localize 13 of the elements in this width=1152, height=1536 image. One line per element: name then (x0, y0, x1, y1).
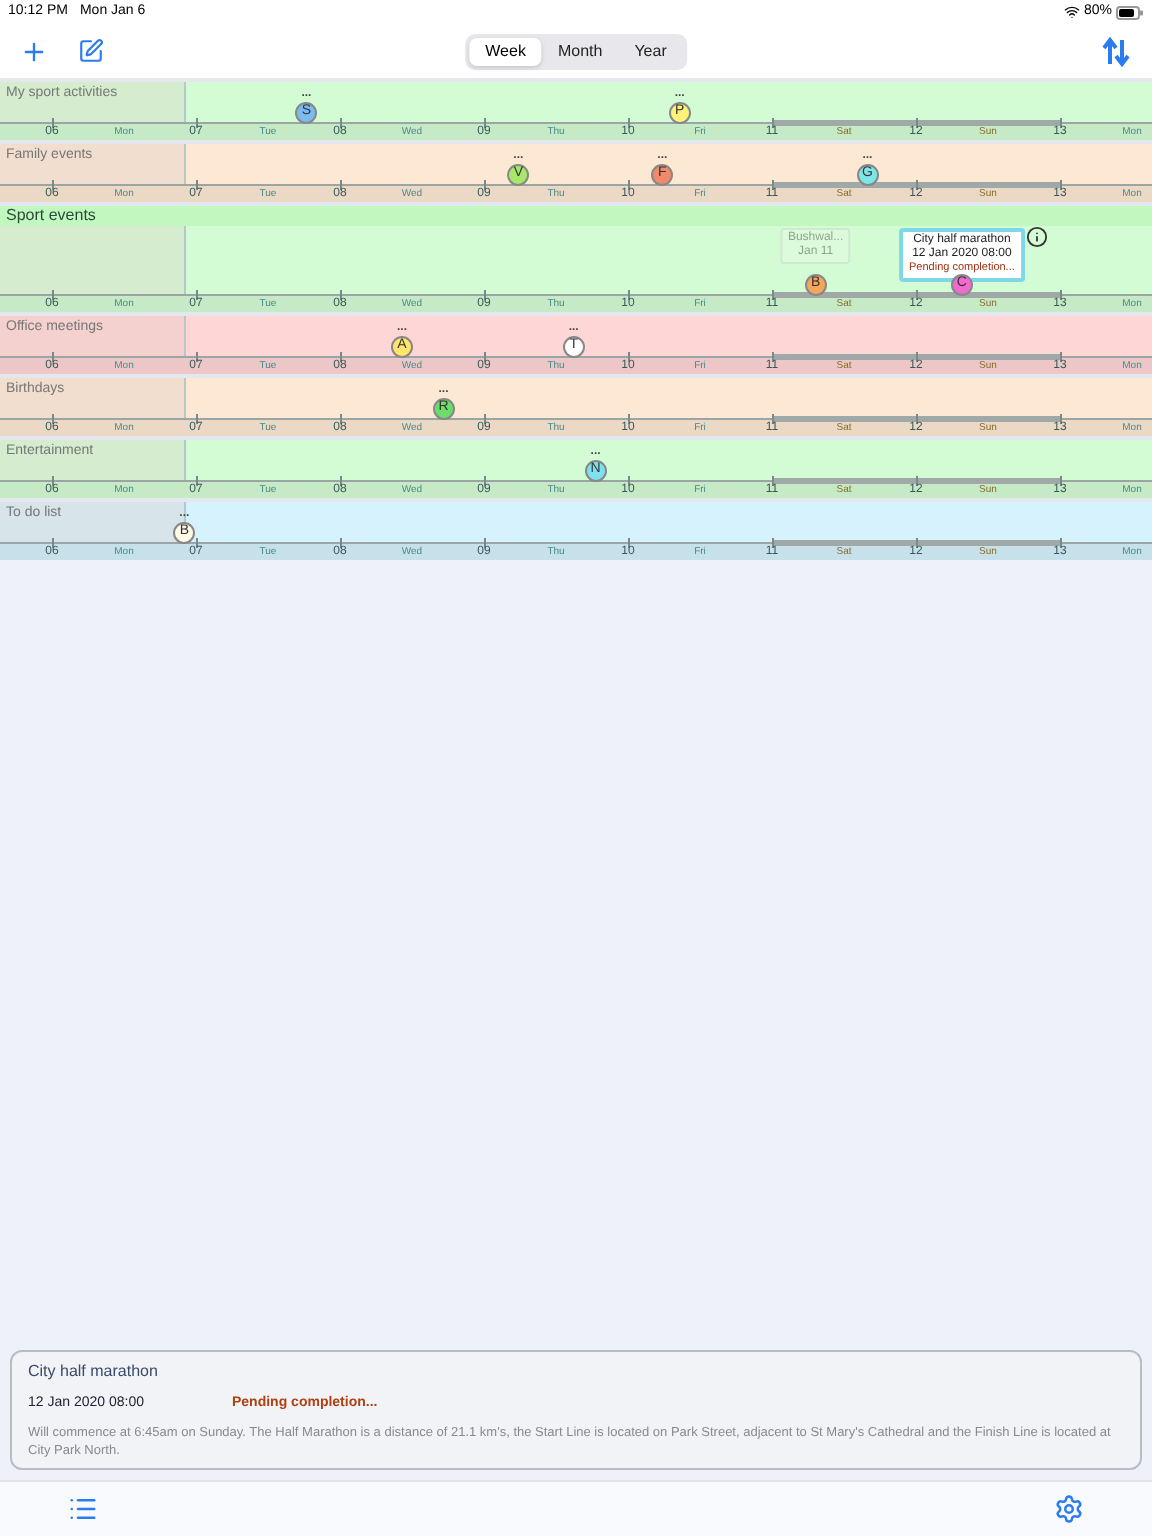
settings-button[interactable] (1054, 1494, 1084, 1524)
add-button[interactable] (20, 37, 48, 65)
wifi-icon (1063, 4, 1080, 20)
list-button[interactable] (68, 1494, 98, 1524)
segment[interactable]: Week (469, 37, 542, 65)
edit-button[interactable] (78, 38, 104, 64)
battery-icon (1116, 5, 1144, 19)
info-icon[interactable] (1025, 226, 1048, 248)
segment[interactable]: Year (618, 37, 683, 65)
group-header[interactable]: Sport events (0, 206, 1152, 226)
details-title: City half marathon (28, 1359, 160, 1383)
segment[interactable]: Month (541, 37, 619, 65)
sort-button[interactable] (1100, 35, 1132, 67)
